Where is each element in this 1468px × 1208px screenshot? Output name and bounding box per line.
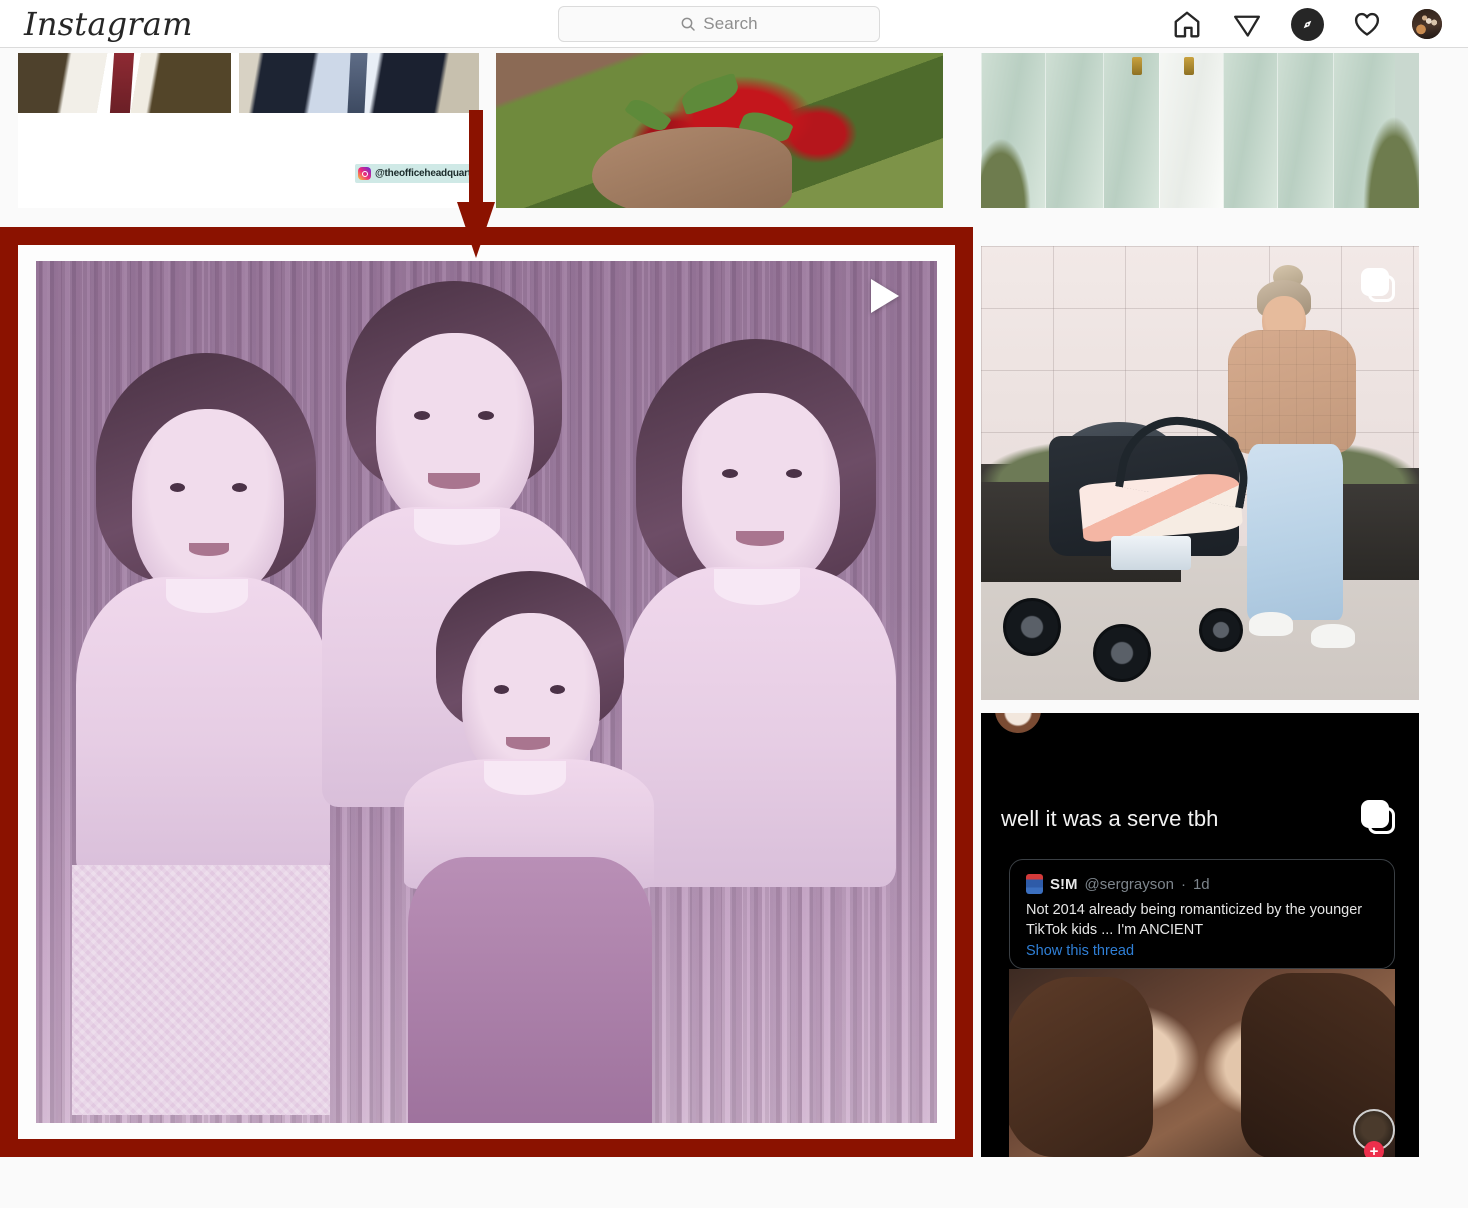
avatar-image — [1412, 9, 1442, 39]
tweet-author-avatar — [1026, 874, 1043, 894]
embedded-tweet-card[interactable]: S!M @sergrayson · 1d Not 2014 already be… — [1009, 859, 1395, 969]
search-input[interactable]: Search — [558, 6, 880, 42]
tweet-separator: · — [1180, 875, 1186, 893]
play-triangle-icon[interactable] — [871, 279, 899, 313]
tweet-author-name: S!M — [1050, 875, 1078, 893]
explore-grid: @theofficeheadquarters well it was a ser… — [0, 48, 1468, 1208]
instagram-logo[interactable]: Instagram — [24, 2, 193, 46]
post-strawberries[interactable] — [496, 53, 943, 208]
direct-messages-icon[interactable] — [1230, 7, 1264, 41]
red-highlight-border — [0, 227, 973, 1157]
woman-jeans — [1247, 444, 1343, 620]
instagram-glyph-icon — [358, 167, 371, 180]
tweet-author-row: S!M @sergrayson · 1d — [1026, 874, 1378, 894]
carousel-stacked-squares-icon[interactable] — [1361, 268, 1395, 302]
activity-heart-icon[interactable] — [1350, 7, 1384, 41]
tweet-timestamp: 1d — [1192, 875, 1210, 893]
watermark-badge: @theofficeheadquarters — [355, 164, 479, 183]
strawberry-leaf — [678, 72, 742, 116]
add-story-plus-badge[interactable]: + — [1364, 1141, 1384, 1157]
highlight-inner-frame — [18, 245, 955, 1139]
tweet-top-avatar — [995, 713, 1041, 733]
watermark-handle: @theofficeheadquarters — [375, 168, 479, 179]
tweet-embedded-photo — [1009, 969, 1395, 1157]
explore-disc — [1290, 7, 1324, 41]
search-icon — [681, 17, 695, 31]
home-icon[interactable] — [1170, 7, 1204, 41]
app-header: Instagram Search — [0, 0, 1468, 48]
office-image — [18, 53, 479, 113]
post-vintage-video[interactable] — [36, 261, 937, 1123]
explore-compass-icon[interactable] — [1290, 7, 1324, 41]
post-mom-with-stroller[interactable] — [981, 246, 1419, 700]
header-nav — [1170, 0, 1444, 48]
search-placeholder-text: Search — [703, 14, 758, 33]
show-this-thread-link[interactable]: Show this thread — [1026, 943, 1378, 959]
carousel-stacked-squares-icon[interactable] — [1361, 800, 1395, 834]
post-the-office[interactable]: @theofficeheadquarters — [18, 53, 479, 208]
tweet-body-text: Not 2014 already being romanticized by t… — [1026, 902, 1363, 938]
tweet-caption: well it was a serve tbh — [1001, 806, 1219, 831]
stroller-basket — [1111, 536, 1191, 570]
post-tweet-screenshot[interactable]: well it was a serve tbh S!M @sergrayson … — [981, 713, 1419, 1157]
woman-jacket — [1228, 330, 1356, 454]
profile-avatar[interactable] — [1410, 7, 1444, 41]
tweet-author-handle: @sergrayson — [1084, 875, 1174, 893]
post-bridesmaid-dresses[interactable] — [981, 53, 1419, 208]
hand-shape — [592, 127, 792, 208]
